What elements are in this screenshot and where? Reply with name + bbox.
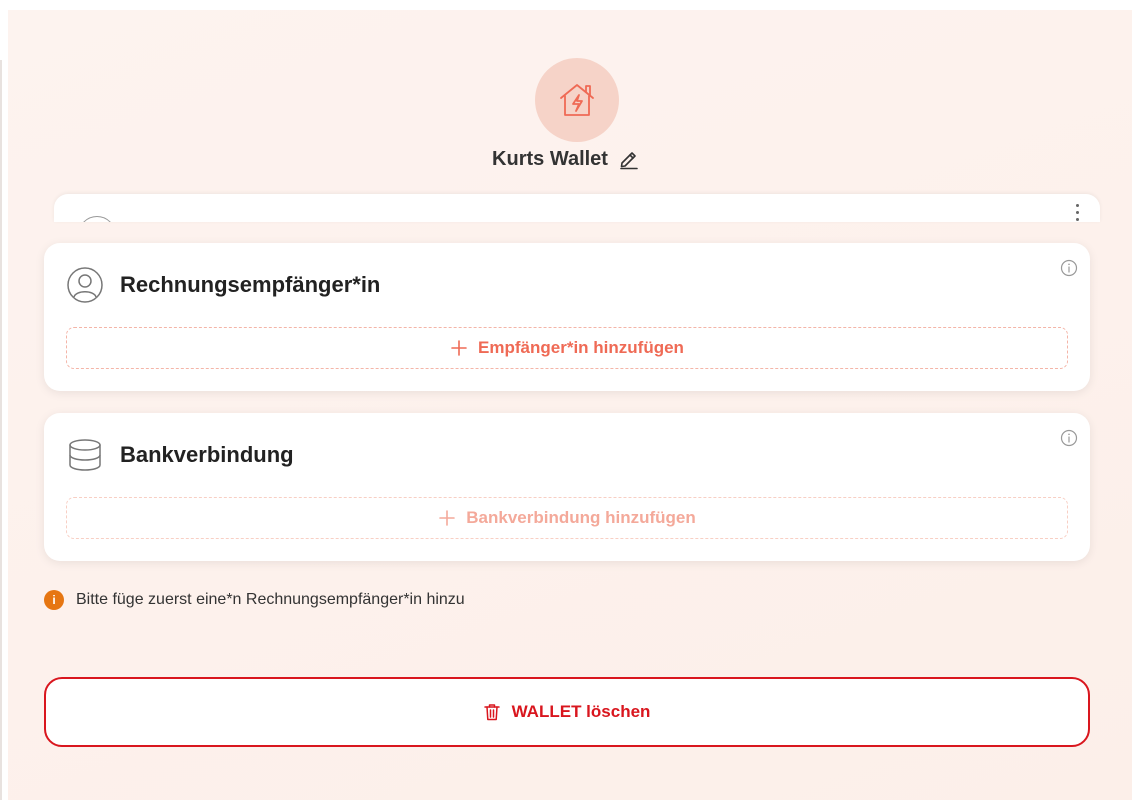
more-options-icon[interactable]: [1076, 204, 1082, 222]
bank-card: Bankverbindung Bankverbindung hinzufügen: [44, 413, 1090, 561]
pencil-icon[interactable]: [618, 148, 640, 170]
bank-card-title: Bankverbindung: [120, 442, 294, 467]
user-circle-icon: [78, 216, 116, 222]
plus-icon: [438, 509, 456, 527]
user-circle-icon: [67, 267, 103, 303]
info-icon[interactable]: [1060, 259, 1078, 277]
add-recipient-button[interactable]: Empfänger*in hinzufügen: [66, 327, 1068, 369]
hint-message: i Bitte füge zuerst eine*n Rechnungsempf…: [44, 590, 465, 610]
info-icon[interactable]: [1060, 429, 1078, 447]
plus-icon: [450, 339, 468, 357]
add-recipient-label: Empfänger*in hinzufügen: [478, 338, 684, 357]
bank-card-header: Bankverbindung: [66, 435, 294, 475]
trash-icon: [483, 703, 500, 721]
warning-info-icon: i: [44, 590, 64, 610]
wallet-title-row: Kurts Wallet: [0, 146, 1132, 172]
delete-wallet-button[interactable]: WALLET löschen: [44, 677, 1090, 747]
wallet-title: Kurts Wallet: [492, 147, 608, 170]
delete-wallet-label: WALLET löschen: [511, 702, 651, 721]
collapsed-card: [54, 194, 1100, 222]
recipient-card-header: Rechnungsempfänger*in: [66, 265, 380, 305]
recipient-card-title: Rechnungsempfänger*in: [120, 272, 381, 297]
recipient-card: Rechnungsempfänger*in Empfänger*in hinzu…: [44, 243, 1090, 391]
database-icon: [69, 439, 101, 471]
hint-text: Bitte füge zuerst eine*n Rechnungsempfän…: [76, 591, 465, 608]
add-bank-label: Bankverbindung hinzufügen: [466, 508, 696, 527]
add-bank-button[interactable]: Bankverbindung hinzufügen: [66, 497, 1068, 539]
house-lightning-icon: [560, 84, 594, 116]
wallet-avatar: [535, 58, 619, 142]
